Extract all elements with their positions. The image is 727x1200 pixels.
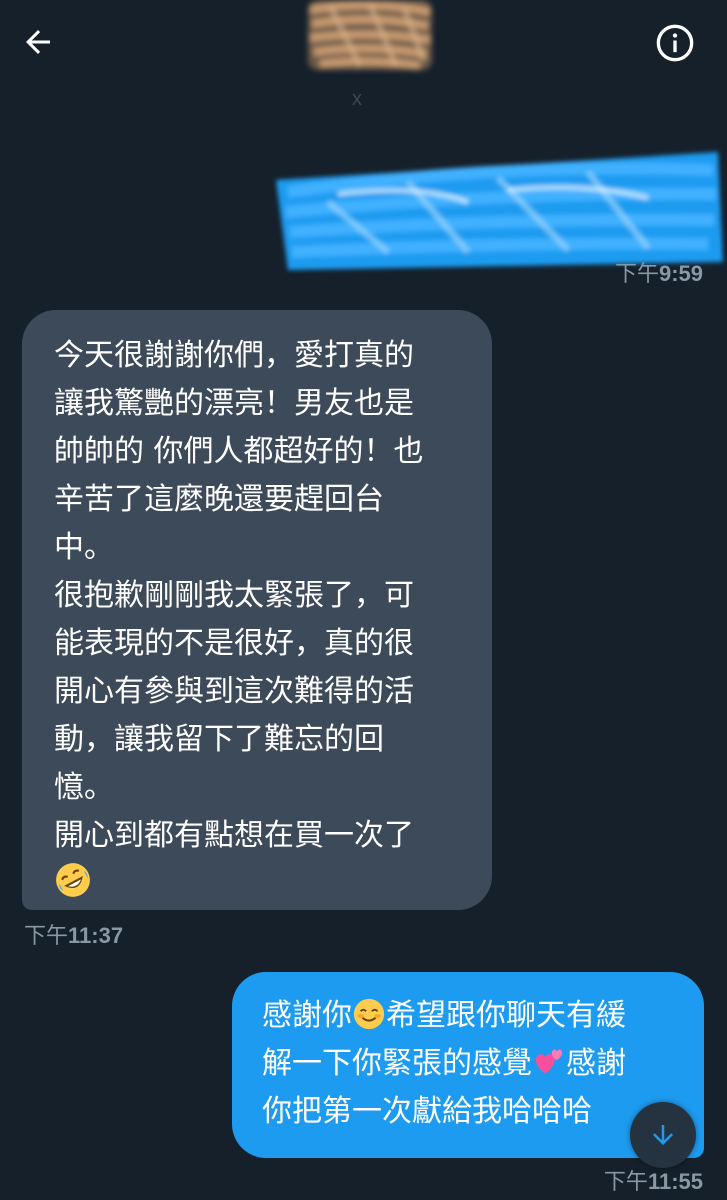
info-button[interactable]	[652, 20, 698, 66]
rolling-on-floor-laughing-emoji	[56, 863, 90, 897]
smiling-face-emoji	[353, 998, 385, 1030]
sent-message-redacted	[268, 132, 727, 274]
back-button[interactable]	[18, 22, 58, 62]
avatar-redacted[interactable]	[300, 0, 440, 78]
scroll-to-bottom-button[interactable]	[630, 1102, 696, 1168]
x-mark: x	[352, 88, 362, 110]
two-hearts-emoji	[535, 1049, 563, 1074]
received-message-bubble[interactable]: 今天很謝謝你們，愛打真的 讓我驚艷的漂亮！男友也是 帥帥的 你們人都超好的！也 辛苦了…	[22, 310, 492, 910]
arrow-down-icon	[653, 1125, 673, 1145]
sent-message-text: 感謝你 希望跟你聊天有緩 解一下你緊張的感覺 感謝 你把第一次獻給我哈哈哈	[262, 998, 626, 1129]
info-circle-icon	[656, 24, 694, 62]
arrow-left-icon	[26, 30, 50, 54]
message-timestamp: 下午9:59	[614, 261, 703, 286]
message-timestamp: 下午11:55	[603, 1169, 703, 1194]
dm-conversation-screen: x 下午9:59 今天很謝謝你們，愛打真的 讓我驚艷的漂亮！男友也是 帥帥的 你們人…	[0, 0, 727, 1200]
received-message-text: 今天很謝謝你們，愛打真的 讓我驚艷的漂亮！男友也是 帥帥的 你們人都超好的！也 辛苦了…	[54, 332, 468, 908]
message-timestamp: 下午11:37	[24, 923, 124, 948]
